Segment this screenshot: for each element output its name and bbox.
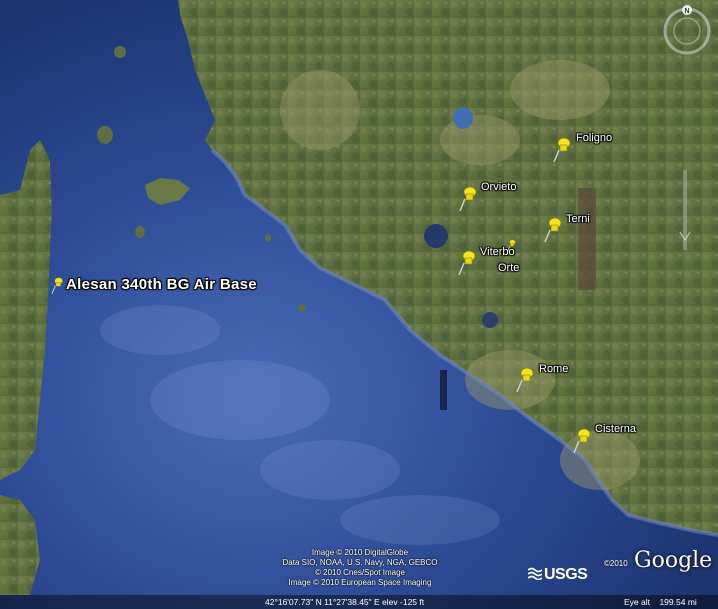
yellow-pushpin-icon <box>544 217 562 243</box>
credit-line: Data SIO, NOAA, U.S. Navy, NGA, GEBCO <box>282 558 438 567</box>
credit-line: Image © 2010 DigitalGlobe <box>311 548 409 557</box>
eye-altitude-value: 199.54 mi <box>659 597 697 607</box>
placemark-orvieto[interactable] <box>458 183 480 213</box>
placemark-viterbo[interactable] <box>457 247 479 277</box>
placemark-label: Terni <box>566 213 590 225</box>
credit-line: Image © 2010 European Space Imaging <box>288 578 432 587</box>
credit-line: © 2010 Cnes/Spot Image <box>315 568 405 577</box>
yellow-pushpin-icon <box>51 277 63 294</box>
placemark-foligno[interactable] <box>552 134 574 164</box>
placemark-orte[interactable] <box>506 238 518 252</box>
usgs-logo-text: USGS <box>544 566 588 583</box>
placemark-label: Rome <box>539 363 569 375</box>
placemark-rome[interactable] <box>515 364 537 394</box>
placemark-cisterna[interactable] <box>572 425 594 455</box>
placemark-label: Orte <box>498 262 520 274</box>
usgs-wave-icon <box>528 567 542 580</box>
yellow-pushpin-icon <box>516 367 534 393</box>
google-copyright-year: ©2010 <box>604 559 628 568</box>
usgs-logo: USGS <box>528 566 588 584</box>
yellow-pushpin-icon <box>458 250 476 276</box>
yellow-pushpin-icon <box>573 428 591 454</box>
image-credits: Image © 2010 DigitalGlobe Data SIO, NOAA… <box>240 548 480 588</box>
compass-ring-icon: N <box>663 5 711 55</box>
placemark-label: Alesan 340th BG Air Base <box>66 276 257 293</box>
google-logo: Google <box>634 548 713 573</box>
satellite-terrain-image <box>0 0 718 609</box>
zoom-slider-track-icon <box>679 170 691 250</box>
yellow-pushpin-icon <box>507 239 516 252</box>
navigation-compass[interactable]: N <box>660 4 714 58</box>
zoom-slider[interactable] <box>678 170 692 250</box>
compass-north-label: N <box>684 8 689 15</box>
eye-altitude: Eye alt 199.54 mi <box>624 595 697 609</box>
placemark-label: Cisterna <box>595 423 636 435</box>
eye-altitude-label: Eye alt <box>624 597 650 607</box>
placemark-label: Foligno <box>576 132 613 144</box>
status-bar: 42°16'07.73" N 11°27'38.45" E elev -125 … <box>0 595 718 609</box>
satellite-map-view[interactable]: Alesan 340th BG Air Base Foligno Orvieto… <box>0 0 718 609</box>
placemark-terni[interactable] <box>543 214 565 244</box>
yellow-pushpin-icon <box>553 137 571 163</box>
placemark-label: Orvieto <box>481 181 517 193</box>
yellow-pushpin-icon <box>459 186 477 212</box>
pointer-coordinates: 42°16'07.73" N 11°27'38.45" E elev -125 … <box>265 597 425 607</box>
